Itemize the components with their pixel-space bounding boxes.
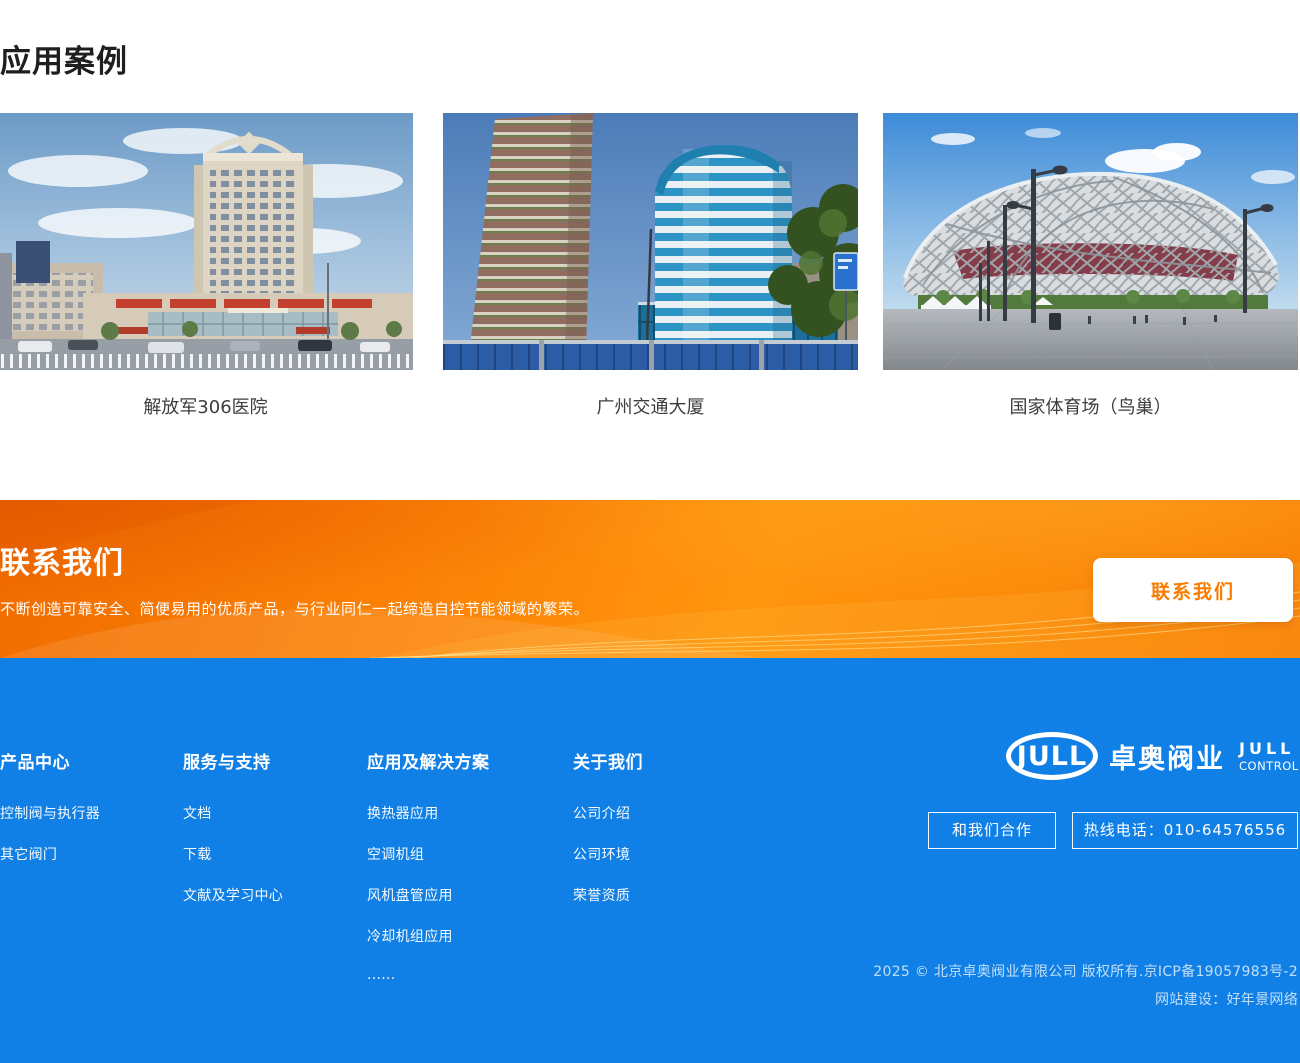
case-card-hospital[interactable]: 解放军306医院 xyxy=(0,113,413,419)
footer-link[interactable]: ...... xyxy=(367,967,490,983)
case-card-birds-nest[interactable]: 国家体育场（鸟巢） xyxy=(883,113,1298,419)
footer-column-solutions: 应用及解决方案 换热器应用空调机组风机盘管应用冷却机组应用...... xyxy=(367,748,490,1004)
footer-column-title: 关于我们 xyxy=(573,748,643,773)
page-title: 应用案例 xyxy=(0,36,128,81)
footer-link[interactable]: 风机盘管应用 xyxy=(367,885,490,905)
birds-nest-stadium-photo xyxy=(883,113,1298,370)
footer-link[interactable]: 控制阀与执行器 xyxy=(0,803,100,823)
footer: 产品中心 控制阀与执行器其它阀门 服务与支持 文档下载文献及学习中心 应用及解决… xyxy=(0,658,1300,1063)
office-tower-photo xyxy=(443,113,858,370)
brand-name-chinese: 卓奥阀业 xyxy=(1109,737,1225,776)
hospital-building-photo xyxy=(0,113,413,370)
case-caption: 国家体育场（鸟巢） xyxy=(883,393,1298,419)
footer-column-title: 产品中心 xyxy=(0,748,100,773)
footer-column-about: 关于我们 公司介绍公司环境荣誉资质 xyxy=(573,748,643,926)
copyright-text: 2025 © 北京卓奥阀业有限公司 版权所有.京ICP备19057983号-2 xyxy=(873,958,1298,986)
footer-column-title: 服务与支持 xyxy=(183,748,283,773)
footer-link[interactable]: 冷却机组应用 xyxy=(367,926,490,946)
footer-link[interactable]: 下载 xyxy=(183,844,283,864)
footer-link[interactable]: 公司介绍 xyxy=(573,803,643,823)
contact-us-button[interactable]: 联系我们 xyxy=(1093,558,1293,622)
case-card-traffic-tower[interactable]: 广州交通大厦 xyxy=(443,113,858,419)
footer-link[interactable]: 公司环境 xyxy=(573,844,643,864)
footer-column-title: 应用及解决方案 xyxy=(367,748,490,773)
jull-logo-ellipse-icon: JULL xyxy=(1006,732,1098,780)
cooperate-button[interactable]: 和我们合作 xyxy=(928,812,1056,849)
copyright-block: 2025 © 北京卓奥阀业有限公司 版权所有.京ICP备19057983号-2 … xyxy=(873,958,1298,1014)
contact-banner: 联系我们 不断创造可靠安全、简便易用的优质产品，与行业同仁一起缔造自控节能领域的… xyxy=(0,500,1300,658)
footer-link[interactable]: 空调机组 xyxy=(367,844,490,864)
footer-link[interactable]: 荣誉资质 xyxy=(573,885,643,905)
brand-en-sub: CONTROL VALVE xyxy=(1239,759,1300,773)
footer-link[interactable]: 换热器应用 xyxy=(367,803,490,823)
case-caption: 广州交通大厦 xyxy=(443,393,858,419)
page: 应用案例 xyxy=(0,0,1300,1063)
brand-en-top: JULL xyxy=(1239,739,1300,759)
footer-link-list: 换热器应用空调机组风机盘管应用冷却机组应用...... xyxy=(367,803,490,983)
footer-link-list: 控制阀与执行器其它阀门 xyxy=(0,803,100,864)
footer-column-support: 服务与支持 文档下载文献及学习中心 xyxy=(183,748,283,926)
footer-link-list: 公司介绍公司环境荣誉资质 xyxy=(573,803,643,905)
brand-name-english: JULL CONTROL VALVE xyxy=(1239,739,1300,773)
jull-logo: JULL 卓奥阀业 JULL CONTROL VALVE xyxy=(1006,732,1300,780)
footer-link[interactable]: 文档 xyxy=(183,803,283,823)
footer-link[interactable]: 其它阀门 xyxy=(0,844,100,864)
footer-column-products: 产品中心 控制阀与执行器其它阀门 xyxy=(0,748,100,885)
contact-banner-description: 不断创造可靠安全、简便易用的优质产品，与行业同仁一起缔造自控节能领域的繁荣。 xyxy=(0,598,589,619)
site-credit-link[interactable]: 网站建设：好年景网络 xyxy=(873,986,1298,1014)
case-caption: 解放军306医院 xyxy=(0,393,413,419)
contact-banner-title: 联系我们 xyxy=(0,538,124,582)
footer-link-list: 文档下载文献及学习中心 xyxy=(183,803,283,905)
hotline-button[interactable]: 热线电话：010-64576556 xyxy=(1072,812,1298,849)
footer-link[interactable]: 文献及学习中心 xyxy=(183,885,283,905)
